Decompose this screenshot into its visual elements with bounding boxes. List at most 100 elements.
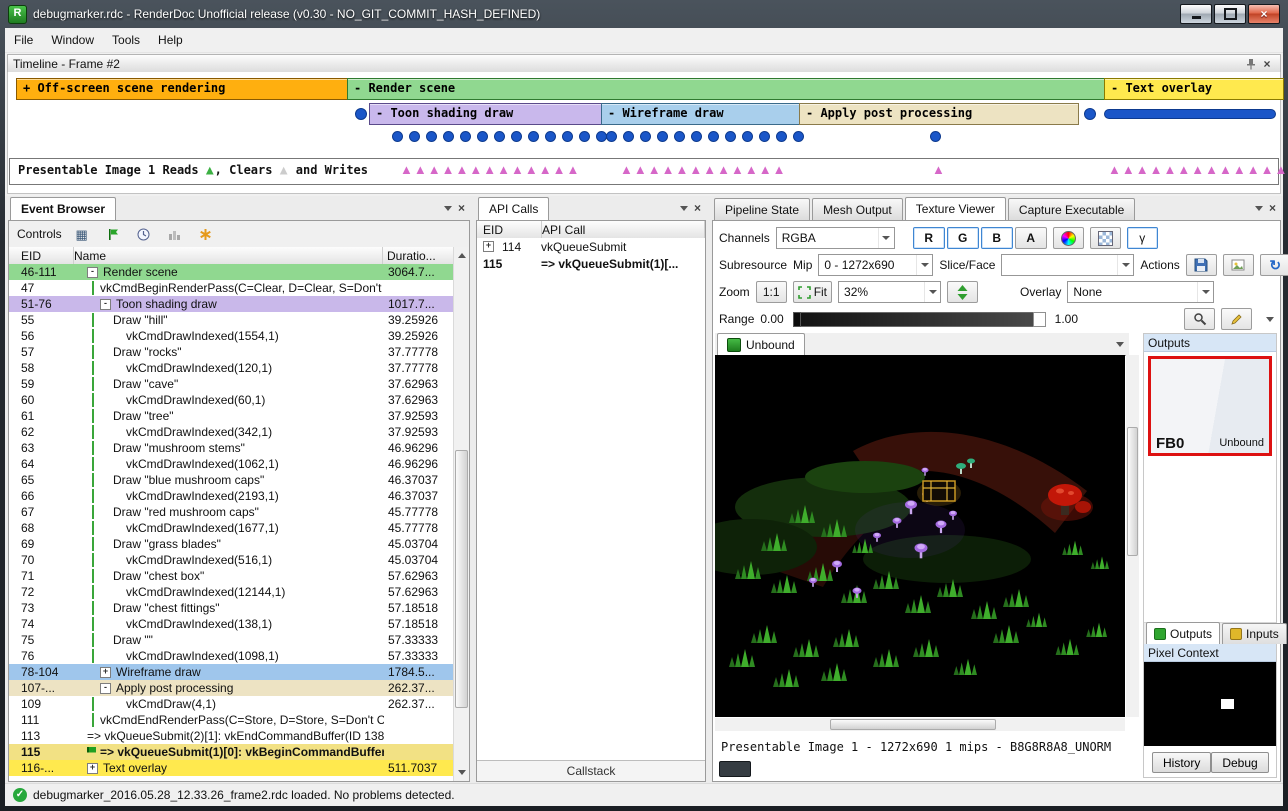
write-marker[interactable]: ▲ [1177,162,1191,177]
flip-y-button[interactable] [947,281,978,303]
event-row[interactable]: 73Draw "chest fittings"57.18518 [9,600,454,616]
write-marker[interactable]: ▲ [511,162,525,177]
event-dot[interactable] [562,131,573,142]
write-marker[interactable]: ▲ [1205,162,1219,177]
tab-unbound-texture[interactable]: Unbound [717,333,805,355]
write-marker[interactable]: ▲ [689,162,703,177]
zoom-1to1-button[interactable]: 1:1 [756,281,787,303]
event-row[interactable]: 63Draw "mushroom stems"46.96296 [9,440,454,456]
write-marker[interactable]: ▲ [428,162,442,177]
chevron-down-icon[interactable] [1255,206,1263,215]
zoom-fit-button[interactable]: Fit [793,281,832,303]
save-button[interactable] [1186,254,1217,276]
scroll-down-icon[interactable] [454,766,469,781]
tab-event-browser[interactable]: Event Browser [10,197,116,220]
star-icon[interactable] [195,224,217,244]
event-dot[interactable] [930,131,941,142]
event-row[interactable]: 70vkCmdDrawIndexed(516,1)45.03704 [9,552,454,568]
channel-g-button[interactable]: G [947,227,979,249]
tab-texture-viewer[interactable]: Texture Viewer [905,197,1006,220]
close-icon[interactable]: × [694,202,701,214]
event-row[interactable]: 57Draw "rocks"37.77778 [9,344,454,360]
event-dot[interactable] [392,131,403,142]
overflow-chevron-icon[interactable] [1266,317,1274,326]
write-marker[interactable]: ▲ [1136,162,1150,177]
event-row[interactable]: 65Draw "blue mushroom caps"46.37037 [9,472,454,488]
write-marker[interactable]: ▲ [1233,162,1247,177]
chevron-down-icon[interactable] [444,206,452,215]
event-dot[interactable] [674,131,685,142]
tab-pipeline-state[interactable]: Pipeline State [714,198,810,220]
write-marker[interactable]: ▲ [553,162,567,177]
write-marker[interactable]: ▲ [731,162,745,177]
close-panel-icon[interactable]: × [1259,57,1275,71]
scroll-up-icon[interactable] [454,247,469,262]
timeline-section[interactable]: + Off-screen scene rendering [16,78,351,100]
texture-horizontal-scrollbar[interactable] [715,718,1125,731]
event-row[interactable]: 66vkCmdDrawIndexed(2193,1)46.37037 [9,488,454,504]
event-dot[interactable] [776,131,787,142]
menu-tools[interactable]: Tools [103,28,149,52]
zoom-range-button[interactable] [1184,308,1215,330]
callstack-section[interactable]: Callstack [477,760,705,781]
write-marker[interactable]: ▲ [932,162,946,177]
event-dot[interactable] [426,131,437,142]
write-marker[interactable]: ▲ [1275,162,1288,177]
write-marker[interactable]: ▲ [456,162,470,177]
event-row[interactable]: 75Draw ""57.33333 [9,632,454,648]
chevron-down-icon[interactable] [680,206,688,215]
write-marker[interactable]: ▲ [1247,162,1261,177]
history-button[interactable]: History [1152,752,1211,773]
pin-icon[interactable] [1243,57,1259,71]
write-marker[interactable]: ▲ [1261,162,1275,177]
timeline-section[interactable]: - Apply post processing [799,103,1079,125]
channel-a-button[interactable]: A [1015,227,1047,249]
overlay-combo[interactable]: None [1067,281,1214,303]
timeline-section[interactable]: - Render scene [347,78,1109,100]
event-row[interactable]: 56vkCmdDrawIndexed(1554,1)39.25926 [9,328,454,344]
range-handle-right[interactable] [1033,312,1046,327]
event-row[interactable]: 71Draw "chest box"57.62963 [9,568,454,584]
expand-toggle[interactable]: + [100,667,111,678]
write-marker[interactable]: ▲ [1108,162,1122,177]
write-marker[interactable]: ▲ [497,162,511,177]
column-duration[interactable]: Duratio... [383,247,454,264]
write-marker[interactable]: ▲ [703,162,717,177]
event-row[interactable]: 58vkCmdDrawIndexed(120,1)37.77778 [9,360,454,376]
event-dot[interactable] [657,131,668,142]
colorwheel-button[interactable] [1053,227,1084,249]
write-marker[interactable]: ▲ [759,162,773,177]
export-image-button[interactable] [1223,254,1254,276]
expand-toggle[interactable]: - [100,299,111,310]
autofit-range-button[interactable] [1221,308,1252,330]
refresh-button[interactable]: ↻ [1260,254,1288,276]
event-row[interactable]: 72vkCmdDrawIndexed(12144,1)57.62963 [9,584,454,600]
range-handle-left[interactable] [793,312,801,327]
event-row[interactable]: 107-...-Apply post processing262.37... [9,680,454,696]
texture-list-dropdown[interactable] [1111,335,1129,353]
event-dot[interactable] [460,131,471,142]
write-marker[interactable]: ▲ [1164,162,1178,177]
write-marker[interactable]: ▲ [1150,162,1164,177]
event-row[interactable]: 61Draw "tree"37.92593 [9,408,454,424]
sliceface-combo[interactable] [1001,254,1134,276]
event-dot[interactable] [355,108,367,120]
write-marker[interactable]: ▲ [745,162,759,177]
column-eid[interactable]: EID [9,247,74,264]
event-dot[interactable] [494,131,505,142]
event-row[interactable]: 60vkCmdDrawIndexed(60,1)37.62963 [9,392,454,408]
write-marker[interactable]: ▲ [620,162,634,177]
event-dot[interactable] [511,131,522,142]
event-row[interactable]: 74vkCmdDrawIndexed(138,1)57.18518 [9,616,454,632]
event-row[interactable]: 116-...+Text overlay511.7037 [9,760,454,776]
grid-icon[interactable]: ▦ [71,224,93,244]
menu-help[interactable]: Help [149,28,192,52]
minimize-button[interactable] [1180,4,1212,24]
clock-icon[interactable] [133,224,155,244]
scroll-thumb[interactable] [455,450,468,708]
close-button[interactable]: × [1248,4,1280,24]
close-icon[interactable]: × [458,202,465,214]
timeline-section[interactable]: - Toon shading draw [369,103,607,125]
column-eid[interactable]: EID [477,221,542,238]
write-marker[interactable]: ▲ [483,162,497,177]
